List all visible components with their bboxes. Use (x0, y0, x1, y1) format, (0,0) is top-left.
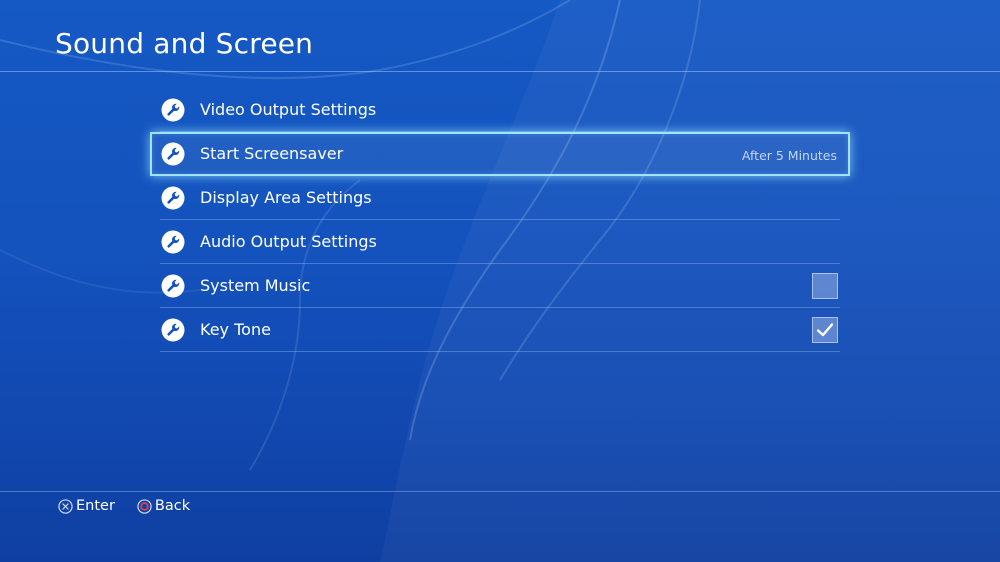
key-tone-checkbox[interactable] (812, 317, 838, 343)
row-divider (160, 351, 840, 352)
back-label: Back (154, 498, 191, 514)
menu-item-video-output-settings[interactable]: Video Output Settings (150, 88, 850, 132)
system-music-checkbox[interactable] (812, 273, 838, 299)
enter-label: Enter (76, 498, 115, 514)
back-hint[interactable]: Back (137, 498, 190, 514)
wrench-icon (161, 98, 185, 122)
menu-item-label: Start Screensaver (200, 144, 344, 163)
wrench-icon (161, 318, 185, 342)
menu-item-label: Video Output Settings (200, 100, 377, 119)
enter-hint[interactable]: Enter (58, 498, 115, 514)
wrench-icon (161, 230, 185, 254)
wrench-icon (161, 186, 185, 210)
page-title: Sound and Screen (55, 27, 314, 60)
button-hints: Enter Back (58, 498, 212, 514)
menu-item-system-music[interactable]: System Music (150, 264, 850, 308)
checkmark-icon (816, 323, 834, 337)
menu-item-start-screensaver[interactable]: Start Screensaver After 5 Minutes (150, 132, 850, 176)
menu-item-audio-output-settings[interactable]: Audio Output Settings (150, 220, 850, 264)
settings-menu: Video Output Settings Start Screensaver … (150, 88, 850, 352)
menu-item-label: Audio Output Settings (200, 232, 377, 251)
wrench-icon (161, 142, 185, 166)
menu-item-display-area-settings[interactable]: Display Area Settings (150, 176, 850, 220)
menu-item-label: Key Tone (200, 320, 271, 339)
cross-button-icon (58, 498, 73, 514)
menu-item-key-tone[interactable]: Key Tone (150, 308, 850, 352)
wrench-icon (161, 274, 185, 298)
menu-item-label: Display Area Settings (200, 188, 372, 207)
screensaver-value: After 5 Minutes (741, 148, 837, 163)
header-divider (0, 71, 1000, 72)
circle-button-icon (137, 498, 152, 514)
menu-item-label: System Music (200, 276, 311, 295)
footer-divider (0, 491, 1000, 492)
